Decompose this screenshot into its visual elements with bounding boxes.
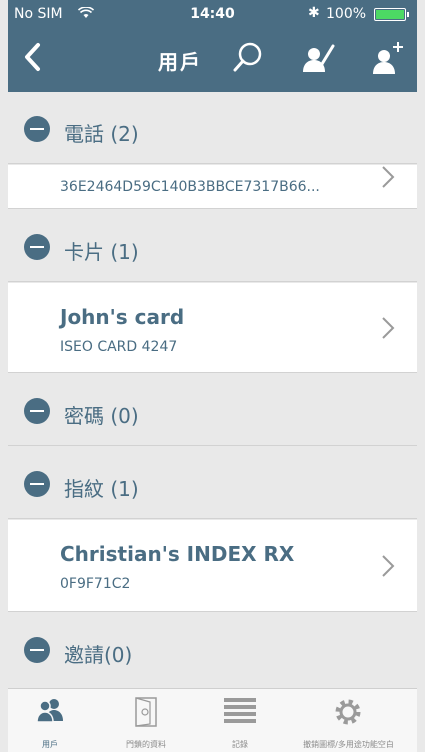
tab-label: 用戶 <box>42 740 58 749</box>
card-id: ISEO CARD 4247 <box>60 339 178 355</box>
chevron-right-icon <box>382 317 395 339</box>
gear-icon <box>335 699 361 725</box>
section-title: 指紋 (1) <box>64 477 139 501</box>
card-name: John's card <box>60 305 185 329</box>
section-title: 電話 (2) <box>64 122 139 146</box>
section-invites: 邀請(0) <box>8 613 417 685</box>
battery-percent: 100% <box>326 6 367 22</box>
collapse-fingerprints-button[interactable] <box>24 471 50 497</box>
page-title: 用戶 <box>158 50 202 74</box>
tab-users[interactable]: 用戶 <box>8 689 92 752</box>
section-passwords: 密碼 (0) <box>8 374 417 446</box>
tab-door-info[interactable]: 門鎖的資料 <box>92 689 200 752</box>
section-cards: 卡片 (1) <box>8 210 417 282</box>
collapse-passwords-button[interactable] <box>24 398 50 424</box>
back-chevron-icon[interactable] <box>22 42 44 72</box>
chevron-right-icon <box>382 166 395 188</box>
battery-icon <box>374 8 406 21</box>
tab-bar: 用戶 門鎖的資料 記錄 撤銷圖標/多用途功能空白 <box>8 688 417 752</box>
chevron-right-icon <box>382 555 395 577</box>
list-icon <box>224 698 256 723</box>
section-title: 密碼 (0) <box>64 404 139 428</box>
tab-label: 記錄 <box>232 740 248 749</box>
tab-label: 門鎖的資料 <box>126 740 166 749</box>
fingerprint-id: 0F9F71C2 <box>60 576 131 592</box>
status-bar: No SIM 14:40 ✱ 100% <box>8 0 417 28</box>
tab-label: 撤銷圖標/多用途功能空白 <box>303 740 394 749</box>
section-fingerprints: 指紋 (1) <box>8 447 417 519</box>
fingerprint-name: Christian's INDEX RX <box>60 542 295 566</box>
add-user-icon[interactable] <box>370 40 406 76</box>
door-icon <box>135 697 157 727</box>
battery-tip <box>407 12 409 17</box>
tab-logs[interactable]: 記錄 <box>200 689 280 752</box>
collapse-invites-button[interactable] <box>24 637 50 663</box>
collapse-cards-button[interactable] <box>24 234 50 260</box>
bluetooth-icon: ✱ <box>308 5 320 21</box>
search-icon[interactable] <box>230 40 266 76</box>
section-phones: 電話 (2) <box>8 92 417 164</box>
collapse-phones-button[interactable] <box>24 116 50 142</box>
tab-settings[interactable]: 撤銷圖標/多用途功能空白 <box>280 689 417 752</box>
user-detail-list: 電話 (2) 36E2464D59C140B3BBCE7317B66... 卡片… <box>8 92 417 688</box>
section-title: 邀請(0) <box>64 643 133 667</box>
fingerprint-item[interactable]: Christian's INDEX RX 0F9F71C2 <box>8 520 417 612</box>
users-icon <box>36 699 63 723</box>
phone-item[interactable]: 36E2464D59C140B3BBCE7317B66... <box>8 165 417 209</box>
phone-id: 36E2464D59C140B3BBCE7317B66... <box>60 179 320 195</box>
section-title: 卡片 (1) <box>64 240 139 264</box>
nav-bar: 用戶 <box>8 28 417 92</box>
edit-user-icon[interactable] <box>300 40 336 76</box>
top-bar: No SIM 14:40 ✱ 100% 用戶 <box>8 0 417 92</box>
card-item[interactable]: John's card ISEO CARD 4247 <box>8 283 417 373</box>
